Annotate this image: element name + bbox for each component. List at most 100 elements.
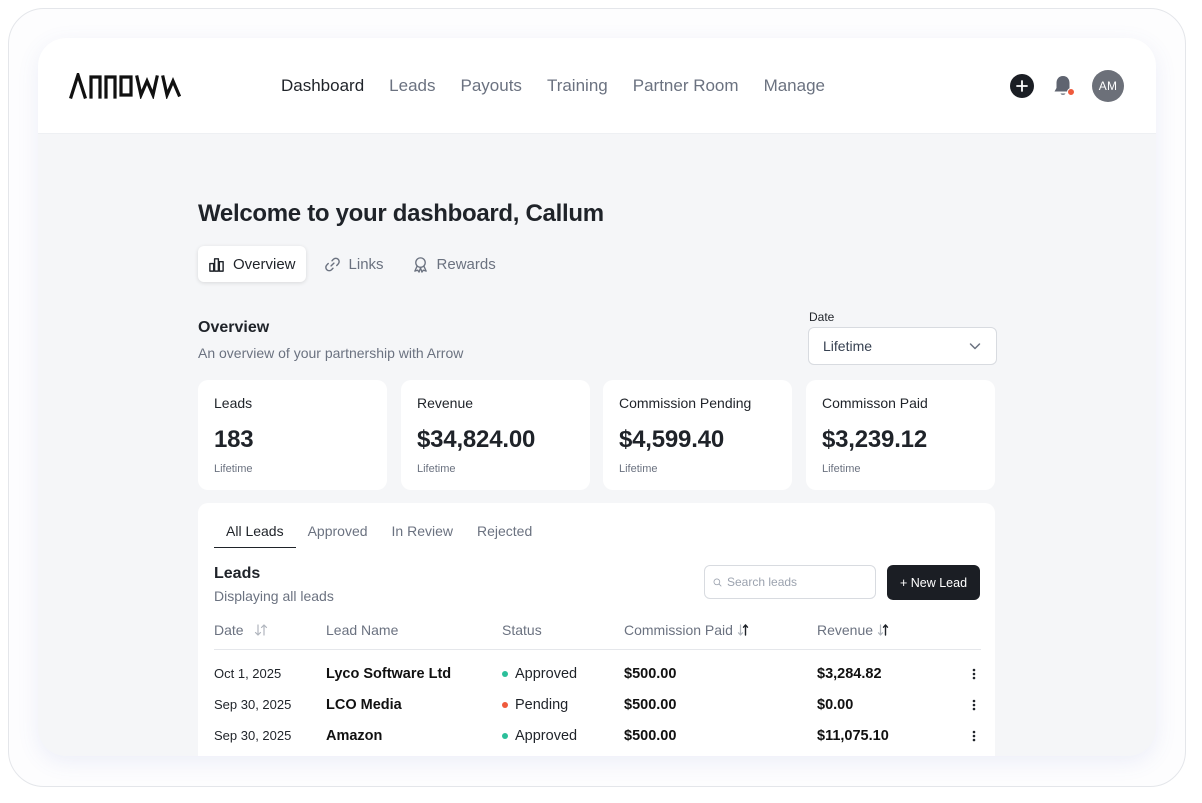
stat-card-leads: Leads 183 Lifetime	[198, 380, 387, 490]
table-row[interactable]: Sep 30, 2025 Amazon Approved $500.00 $11…	[214, 720, 981, 751]
column-revenue[interactable]: Revenue	[817, 622, 889, 638]
tab-all-leads[interactable]: All Leads	[214, 523, 296, 548]
row-date: Sep 30, 2025	[214, 697, 292, 712]
stat-label: Commisson Paid	[822, 395, 928, 411]
row-date: Sep 30, 2025	[214, 728, 292, 743]
more-options-icon[interactable]	[968, 658, 980, 689]
stat-note: Lifetime	[214, 463, 253, 475]
row-commission: $500.00	[624, 727, 677, 744]
search-input[interactable]	[727, 575, 867, 589]
nav-leads[interactable]: Leads	[389, 76, 435, 96]
notification-badge	[1067, 88, 1075, 96]
row-status: Pending	[502, 689, 568, 720]
nav-dashboard[interactable]: Dashboard	[281, 76, 364, 96]
row-revenue: $0.00	[817, 696, 854, 713]
stat-label: Leads	[214, 395, 253, 411]
search-box	[704, 565, 876, 599]
stat-value: 183	[214, 426, 254, 453]
tab-rejected[interactable]: Rejected	[465, 523, 544, 548]
more-options-icon[interactable]	[968, 720, 980, 751]
tab-links[interactable]: Links	[314, 246, 394, 282]
date-filter-value: Lifetime	[823, 338, 873, 354]
top-navigation: Dashboard Leads Payouts Training Partner…	[38, 38, 1156, 134]
row-commission: $500.00	[624, 696, 677, 713]
row-status: Approved	[502, 720, 577, 751]
add-button[interactable]	[1010, 74, 1034, 98]
column-date[interactable]: Date	[214, 622, 268, 638]
status-dot	[502, 732, 508, 739]
table-row[interactable]: Oct 1, 2025 Lyco Software Ltd Approved $…	[214, 658, 981, 689]
arrow-logo[interactable]	[69, 73, 181, 99]
award-icon	[413, 256, 427, 273]
stat-label: Commission Pending	[619, 395, 752, 411]
new-lead-button[interactable]: + New Lead	[887, 565, 980, 600]
stat-value: $34,824.00	[417, 426, 536, 453]
nav-training[interactable]: Training	[547, 76, 608, 96]
status-dot	[502, 701, 508, 708]
leads-panel: All Leads Approved In Review Rejected Le…	[198, 503, 995, 756]
nav-payouts[interactable]: Payouts	[461, 76, 522, 96]
sort-icon	[877, 624, 889, 636]
stat-label: Revenue	[417, 395, 474, 411]
stat-value: $4,599.40	[619, 426, 724, 453]
status-label: Approved	[515, 665, 578, 682]
status-dot	[502, 670, 508, 677]
column-date-label: Date	[214, 622, 244, 638]
column-lead-name[interactable]: Lead Name	[326, 622, 398, 638]
row-lead-name[interactable]: Lyco Software Ltd	[326, 658, 451, 689]
row-revenue: $3,284.82	[817, 665, 882, 682]
nav-actions: AM	[1010, 70, 1124, 102]
tab-in-review[interactable]: In Review	[380, 523, 465, 548]
stat-value: $3,239.12	[822, 426, 927, 453]
status-label: Approved	[515, 727, 578, 744]
stat-note: Lifetime	[822, 463, 861, 475]
main-nav: Dashboard Leads Payouts Training Partner…	[281, 76, 825, 96]
overview-title: Overview	[198, 319, 270, 336]
bar-chart-icon	[209, 257, 224, 272]
nav-partner-room[interactable]: Partner Room	[633, 76, 739, 96]
more-options-icon[interactable]	[968, 689, 980, 720]
chevron-down-icon	[969, 343, 981, 350]
row-lead-name[interactable]: LCO Media	[326, 689, 402, 720]
stat-card-commission-pending: Commission Pending $4,599.40 Lifetime	[603, 380, 792, 490]
leads-subtitle: Displaying all leads	[214, 588, 334, 604]
table-row[interactable]: Sep 30, 2025 LCO Media Pending $500.00 $…	[214, 689, 981, 720]
sort-icon	[254, 624, 267, 636]
tab-overview[interactable]: Overview	[198, 246, 306, 282]
row-commission: $500.00	[624, 665, 677, 682]
dashboard-tabs: Overview Links Rewards	[198, 246, 506, 282]
tab-overview-label: Overview	[233, 255, 296, 273]
row-revenue: $11,075.10	[817, 727, 889, 744]
tab-rewards[interactable]: Rewards	[402, 246, 506, 282]
tab-approved[interactable]: Approved	[296, 523, 380, 548]
nav-manage[interactable]: Manage	[764, 76, 825, 96]
column-revenue-label: Revenue	[817, 622, 874, 638]
leads-filter-tabs: All Leads Approved In Review Rejected	[214, 523, 544, 548]
app-window: Dashboard Leads Payouts Training Partner…	[38, 38, 1156, 756]
plus-icon	[1016, 80, 1028, 92]
column-commission-paid[interactable]: Commission Paid	[624, 622, 749, 638]
leads-title: Leads	[214, 565, 261, 582]
notifications-button[interactable]	[1052, 74, 1075, 98]
tab-links-label: Links	[348, 255, 384, 273]
row-lead-name[interactable]: Amazon	[326, 720, 382, 751]
stat-note: Lifetime	[417, 463, 456, 475]
avatar[interactable]: AM	[1092, 70, 1124, 102]
stat-card-revenue: Revenue $34,824.00 Lifetime	[401, 380, 590, 490]
row-date: Oct 1, 2025	[214, 666, 282, 681]
search-icon	[713, 578, 722, 586]
row-status: Approved	[502, 658, 577, 689]
date-filter-select[interactable]: Lifetime	[808, 327, 997, 365]
table-header: Date Lead Name Status Commission Paid Re…	[214, 622, 981, 650]
stat-note: Lifetime	[619, 463, 658, 475]
column-commission-label: Commission Paid	[624, 622, 733, 638]
stat-card-commission-paid: Commisson Paid $3,239.12 Lifetime	[806, 380, 995, 490]
column-status[interactable]: Status	[502, 622, 542, 638]
status-label: Pending	[515, 696, 569, 713]
date-filter-label: Date	[809, 310, 835, 324]
sort-icon	[737, 624, 749, 636]
page-title: Welcome to your dashboard, Callum	[198, 200, 604, 227]
tab-rewards-label: Rewards	[436, 255, 496, 273]
overview-subtitle: An overview of your partnership with Arr…	[198, 345, 464, 361]
link-icon	[324, 257, 340, 271]
